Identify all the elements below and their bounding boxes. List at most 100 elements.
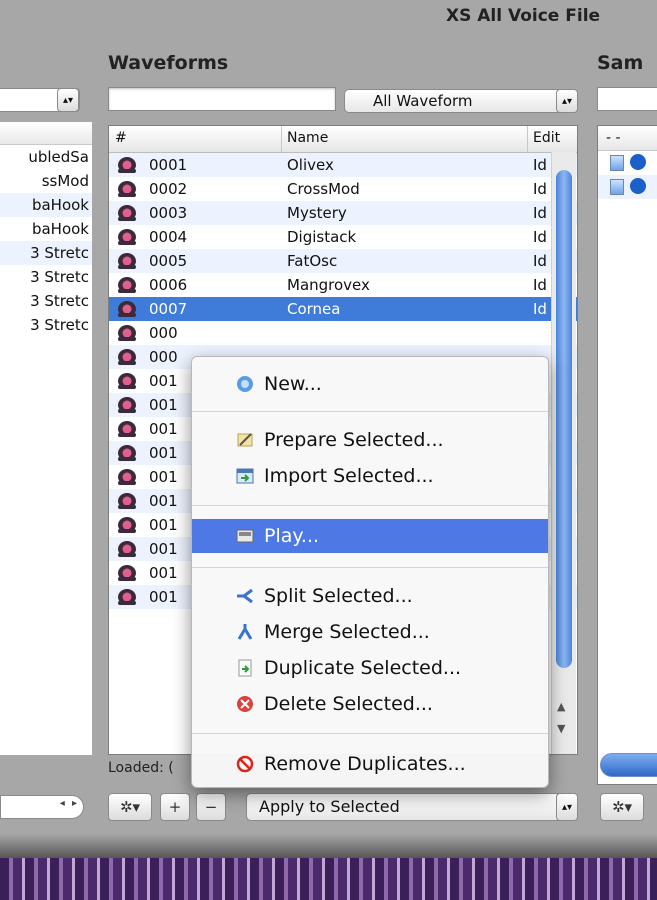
table-row[interactable]: 0007 Cornea Id <box>109 297 577 321</box>
row-number: 001 <box>149 396 178 414</box>
samples-title: Sam <box>597 52 644 74</box>
list-item[interactable]: ssMod <box>0 169 92 193</box>
row-number: 001 <box>149 444 178 462</box>
scrollbar-thumb[interactable] <box>556 170 572 668</box>
menu-item-import-selected[interactable]: Import Selected... <box>192 459 548 493</box>
waveform-strip <box>0 858 657 900</box>
row-number: 0005 <box>149 252 188 270</box>
sample-file-icon <box>610 179 624 195</box>
row-number: 001 <box>149 540 178 558</box>
select-stepper-icon: ▴▾ <box>556 89 578 113</box>
left-list[interactable]: ubledSa ssMod baHook baHook 3 Stretc 3 S… <box>0 122 92 755</box>
row-number: 001 <box>149 420 178 438</box>
filter-value: All Waveform <box>373 92 473 110</box>
left-horizontal-scrollbar[interactable]: ◂ ▸ <box>0 795 84 819</box>
waveform-icon <box>118 205 136 221</box>
samples-horizontal-scrollbar[interactable] <box>600 753 657 777</box>
play-icon[interactable] <box>630 154 646 170</box>
action-gear-button[interactable]: ✲▾ <box>108 793 152 821</box>
loaded-status: Loaded: ( <box>108 760 174 776</box>
samples-header: - - <box>598 126 657 151</box>
list-item[interactable] <box>598 151 657 175</box>
menu-item-play[interactable]: Play... <box>192 519 548 553</box>
split-icon <box>237 588 253 604</box>
new-icon <box>237 376 253 392</box>
apply-select-value: Apply to Selected <box>259 797 400 816</box>
menu-item-split-selected[interactable]: Split Selected... <box>192 579 548 613</box>
row-number: 0003 <box>149 204 188 222</box>
waveform-icon <box>118 517 136 533</box>
row-number: 001 <box>149 588 178 606</box>
table-row[interactable]: 0001 Olivex Id <box>109 153 577 177</box>
row-name: Digistack <box>287 228 357 246</box>
scroll-arrows-icon[interactable]: ◂ ▸ <box>60 798 79 809</box>
list-item[interactable]: 3 Stretc <box>0 241 92 265</box>
samples-list[interactable]: - - <box>597 125 657 785</box>
waveform-filter-select[interactable]: All Waveform ▴▾ <box>344 89 578 113</box>
row-number: 0007 <box>149 300 188 318</box>
waveform-icon <box>118 181 136 197</box>
table-row[interactable]: 0002 CrossMod Id <box>109 177 577 201</box>
bottom-divider <box>0 834 657 858</box>
row-edit: Id <box>533 156 547 174</box>
list-item[interactable]: baHook <box>0 193 92 217</box>
list-item[interactable]: baHook <box>0 217 92 241</box>
table-row[interactable]: 0005 FatOsc Id <box>109 249 577 273</box>
menu-item-prepare-selected[interactable]: Prepare Selected... <box>192 423 548 457</box>
row-number: 0004 <box>149 228 188 246</box>
samples-gear-button[interactable]: ✲▾ <box>600 793 644 821</box>
delete-icon <box>237 696 253 712</box>
row-number: 001 <box>149 372 178 390</box>
remove-button[interactable]: − <box>196 793 226 821</box>
row-name: Cornea <box>287 300 341 318</box>
scroll-down-icon[interactable]: ▼ <box>557 722 565 735</box>
menu-item-merge-selected[interactable]: Merge Selected... <box>192 615 548 649</box>
apply-select[interactable]: Apply to Selected ▴▾ <box>246 793 578 821</box>
list-item[interactable]: 3 Stretc <box>0 289 92 313</box>
sample-file-icon <box>610 155 624 171</box>
row-number: 0002 <box>149 180 188 198</box>
waveform-icon <box>118 349 136 365</box>
play-icon[interactable] <box>630 178 646 194</box>
waveform-search-input[interactable] <box>108 87 336 111</box>
select-stepper-icon: ▴▾ <box>57 88 79 112</box>
list-item[interactable]: ubledSa <box>0 145 92 169</box>
menu-item-delete-selected[interactable]: Delete Selected... <box>192 687 548 721</box>
row-number: 000 <box>149 324 178 342</box>
left-filter-select[interactable]: ▴▾ <box>0 88 80 112</box>
merge-icon <box>237 624 253 640</box>
vertical-scrollbar[interactable]: ▲ ▼ <box>551 152 576 754</box>
menu-item-duplicate-selected[interactable]: Duplicate Selected... <box>192 651 548 685</box>
col-name-header[interactable]: Name <box>287 130 328 146</box>
waveform-icon <box>118 445 136 461</box>
samples-search-input[interactable] <box>597 87 657 111</box>
menu-item-new[interactable]: New... <box>192 367 548 401</box>
table-row[interactable]: 000 <box>109 321 577 345</box>
row-edit: Id <box>533 204 547 222</box>
table-row[interactable]: 0004 Digistack Id <box>109 225 577 249</box>
table-row[interactable]: 0003 Mystery Id <box>109 201 577 225</box>
list-item[interactable]: 3 Stretc <box>0 313 92 337</box>
list-item[interactable] <box>598 175 657 199</box>
col-edit-header[interactable]: Edit <box>533 130 560 146</box>
left-panel: ▴▾ ubledSa ssMod baHook baHook 3 Stretc … <box>0 84 92 824</box>
col-num-header[interactable]: # <box>115 130 127 146</box>
row-number: 0001 <box>149 156 188 174</box>
waveform-icon <box>118 157 136 173</box>
waveform-icon <box>118 397 136 413</box>
row-name: Mystery <box>287 204 347 222</box>
row-edit: Id <box>533 300 547 318</box>
row-name: Mangrovex <box>287 276 370 294</box>
row-number: 000 <box>149 348 178 366</box>
add-button[interactable]: + <box>160 793 190 821</box>
row-edit: Id <box>533 228 547 246</box>
waveform-icon <box>118 541 136 557</box>
scroll-up-icon[interactable]: ▲ <box>557 700 565 713</box>
list-item[interactable]: 3 Stretc <box>0 265 92 289</box>
duplicate-icon <box>238 659 252 677</box>
table-row[interactable]: 0006 Mangrovex Id <box>109 273 577 297</box>
waveform-icon <box>118 565 136 581</box>
row-edit: Id <box>533 252 547 270</box>
menu-item-remove-duplicates[interactable]: Remove Duplicates... <box>192 747 548 781</box>
waveforms-title: Waveforms <box>108 52 229 74</box>
